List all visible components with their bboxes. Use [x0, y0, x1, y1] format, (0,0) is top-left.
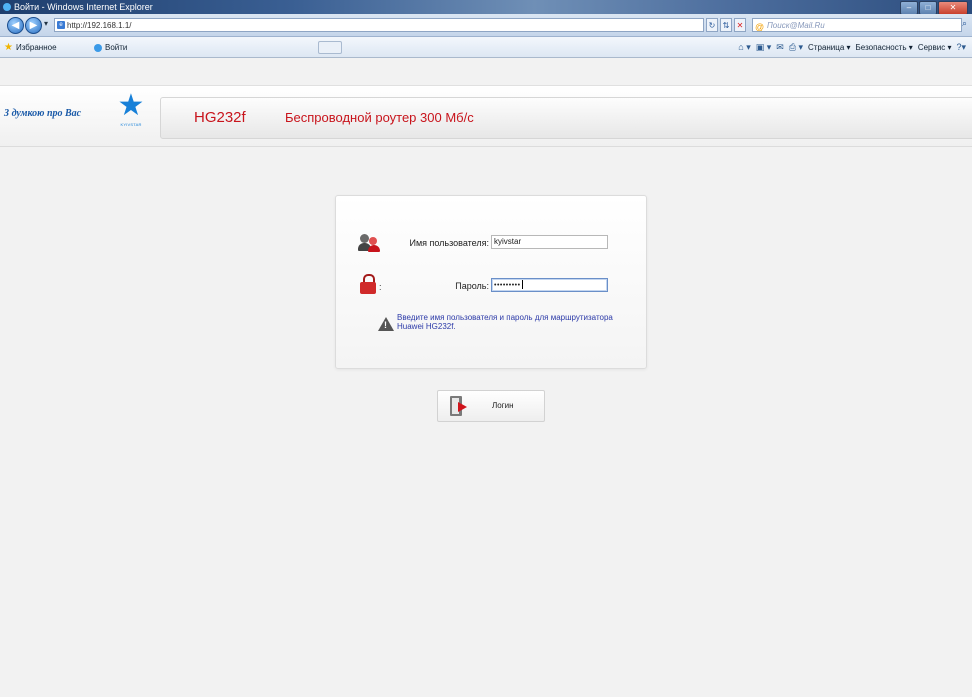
brand-slogan: З думкою про Вас [4, 108, 82, 119]
chevron-down-icon[interactable]: ▾ [44, 19, 48, 28]
new-tab-button[interactable] [318, 41, 342, 54]
back-arrow-icon[interactable]: ◀ [7, 17, 24, 34]
text-caret [521, 280, 523, 290]
command-bar: ⌂ ▾ ▣ ▾ ✉ ⎙ ▾ Страница ▾ Безопасность ▾ … [738, 42, 966, 53]
search-icon[interactable]: ⌕ [962, 18, 967, 29]
search-placeholder: Поиск@Mail.Ru [767, 21, 825, 30]
tab-label: Войти [105, 43, 128, 52]
address-bar: ◀ ▶ ▾ e http://192.168.1.1/ ↻ ⇅ ✕ @ Поис… [0, 14, 972, 37]
password-input[interactable]: ••••••••• [491, 278, 608, 292]
lock-icon [360, 274, 376, 294]
forward-arrow-icon[interactable]: ▶ [25, 17, 42, 34]
window-title: Войти - Windows Internet Explorer [14, 2, 153, 12]
login-hint: Введите имя пользователя и пароль для ма… [397, 313, 613, 331]
maximize-button[interactable]: □ [919, 1, 937, 15]
minimize-button[interactable]: – [900, 1, 918, 15]
password-mask: ••••••••• [494, 282, 521, 289]
home-icon[interactable]: ⌂ ▾ [738, 42, 750, 53]
help-icon[interactable]: ?▾ [956, 42, 966, 53]
mailru-logo-icon: @ [755, 22, 765, 32]
header-bar: HG232f Беспроводной роутер 300 Мб/с [160, 97, 972, 139]
mail-icon[interactable]: ✉ [776, 42, 784, 53]
warning-icon [378, 317, 394, 331]
users-icon [358, 234, 380, 252]
address-buttons: ↻ ⇅ ✕ [706, 18, 746, 32]
brand-caption: KYIVSTAR [120, 122, 142, 127]
model-name: HG232f [194, 109, 246, 126]
command-tools[interactable]: Сервис ▾ [918, 43, 952, 52]
window-controls: – □ ✕ [900, 1, 968, 15]
door-login-icon [450, 396, 467, 416]
login-panel: Имя пользователя: kyivstar : Пароль: •••… [335, 195, 647, 369]
login-button[interactable]: Логин [437, 390, 545, 422]
url-text: http://192.168.1.1/ [67, 21, 132, 30]
favorites-label: Избранное [15, 43, 57, 52]
username-label: Имя пользователя: [409, 238, 489, 248]
url-input[interactable]: e http://192.168.1.1/ [54, 18, 704, 32]
username-value: kyivstar [494, 237, 522, 246]
product-name: Беспроводной роутер 300 Мб/с [285, 110, 474, 125]
favorites-bar: ★ Избранное Войти ⌂ ▾ ▣ ▾ ✉ ⎙ ▾ Страница… [0, 37, 972, 58]
router-header: З думкою про Вас ★ KYIVSTAR HG232f Беспр… [0, 85, 972, 147]
login-button-label: Логин [492, 401, 514, 410]
username-input[interactable]: kyivstar [491, 235, 608, 249]
refresh-icon[interactable]: ↻ [706, 18, 718, 32]
arrows-icon[interactable]: ⇅ [720, 18, 732, 32]
feeds-icon[interactable]: ▣ ▾ [756, 42, 772, 53]
close-button[interactable]: ✕ [938, 1, 968, 15]
tab-page-icon [94, 43, 102, 52]
window-titlebar: Войти - Windows Internet Explorer – □ ✕ [0, 0, 972, 15]
tab-login[interactable]: Войти [94, 42, 127, 53]
lock-separator: : [379, 282, 382, 292]
favorites-button[interactable]: ★ Избранное [4, 42, 57, 53]
brand-logo: ★ KYIVSTAR [111, 90, 151, 142]
command-page[interactable]: Страница ▾ [808, 43, 851, 52]
command-security[interactable]: Безопасность ▾ [856, 43, 913, 52]
password-label: Пароль: [455, 281, 489, 291]
star-logo-icon: ★ [117, 89, 145, 122]
ie-icon [3, 3, 11, 11]
print-icon[interactable]: ⎙ ▾ [789, 42, 803, 53]
favorites-star-icon: ★ [4, 42, 13, 53]
stop-icon[interactable]: ✕ [734, 18, 746, 32]
search-input[interactable]: @ Поиск@Mail.Ru [752, 18, 962, 32]
page-icon: e [57, 21, 65, 29]
